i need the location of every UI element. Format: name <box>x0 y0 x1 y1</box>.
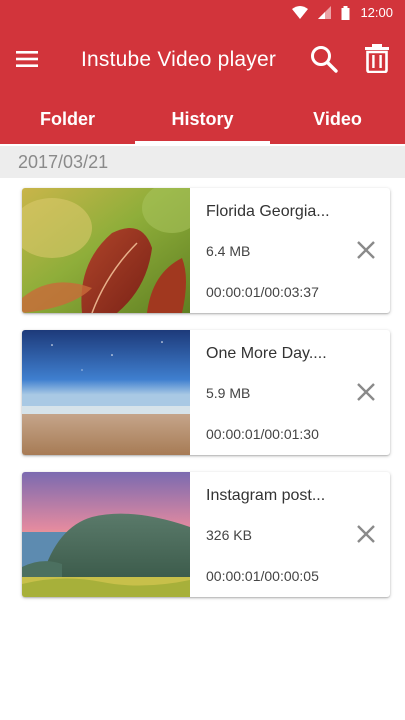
search-icon[interactable] <box>309 44 339 74</box>
app-title: Instube Video player <box>81 48 277 71</box>
video-thumbnail[interactable] <box>22 188 190 313</box>
video-thumbnail[interactable] <box>22 330 190 455</box>
close-icon[interactable] <box>355 381 377 403</box>
file-size: 6.4 MB <box>206 243 251 259</box>
playback-position: 00:00:01/00:00:05 <box>206 568 319 584</box>
status-time: 12:00 <box>360 5 393 20</box>
trash-icon[interactable] <box>363 43 391 73</box>
status-bar: 12:00 <box>0 0 405 26</box>
tab-folder[interactable]: Folder <box>0 94 135 144</box>
list-item[interactable]: One More Day.... 5.9 MB 00:00:01/00:01:3… <box>22 330 390 455</box>
status-icons: 12:00 <box>292 5 393 20</box>
video-title: One More Day.... <box>206 345 327 362</box>
playback-position: 00:00:01/00:01:30 <box>206 426 319 442</box>
date-label: 2017/03/21 <box>18 152 109 172</box>
close-icon[interactable] <box>355 523 377 545</box>
video-title: Instagram post... <box>206 487 326 504</box>
app-bar: Instube Video player <box>0 26 405 94</box>
battery-icon <box>341 5 350 20</box>
wifi-icon <box>292 6 309 19</box>
list-item[interactable]: Florida Georgia... 6.4 MB 00:00:01/00:03… <box>22 188 390 313</box>
file-size: 5.9 MB <box>206 385 251 401</box>
menu-icon[interactable] <box>14 46 40 72</box>
tab-video[interactable]: Video <box>270 94 405 144</box>
tab-bar: Folder History Video <box>0 94 405 144</box>
video-title: Florida Georgia... <box>206 203 330 220</box>
list-item[interactable]: Instagram post... 326 KB 00:00:01/00:00:… <box>22 472 390 597</box>
date-header: 2017/03/21 <box>0 146 405 178</box>
playback-position: 00:00:01/00:03:37 <box>206 284 319 300</box>
close-icon[interactable] <box>355 239 377 261</box>
tab-history[interactable]: History <box>135 94 270 144</box>
signal-icon <box>318 6 332 19</box>
video-thumbnail[interactable] <box>22 472 190 597</box>
file-size: 326 KB <box>206 527 252 543</box>
